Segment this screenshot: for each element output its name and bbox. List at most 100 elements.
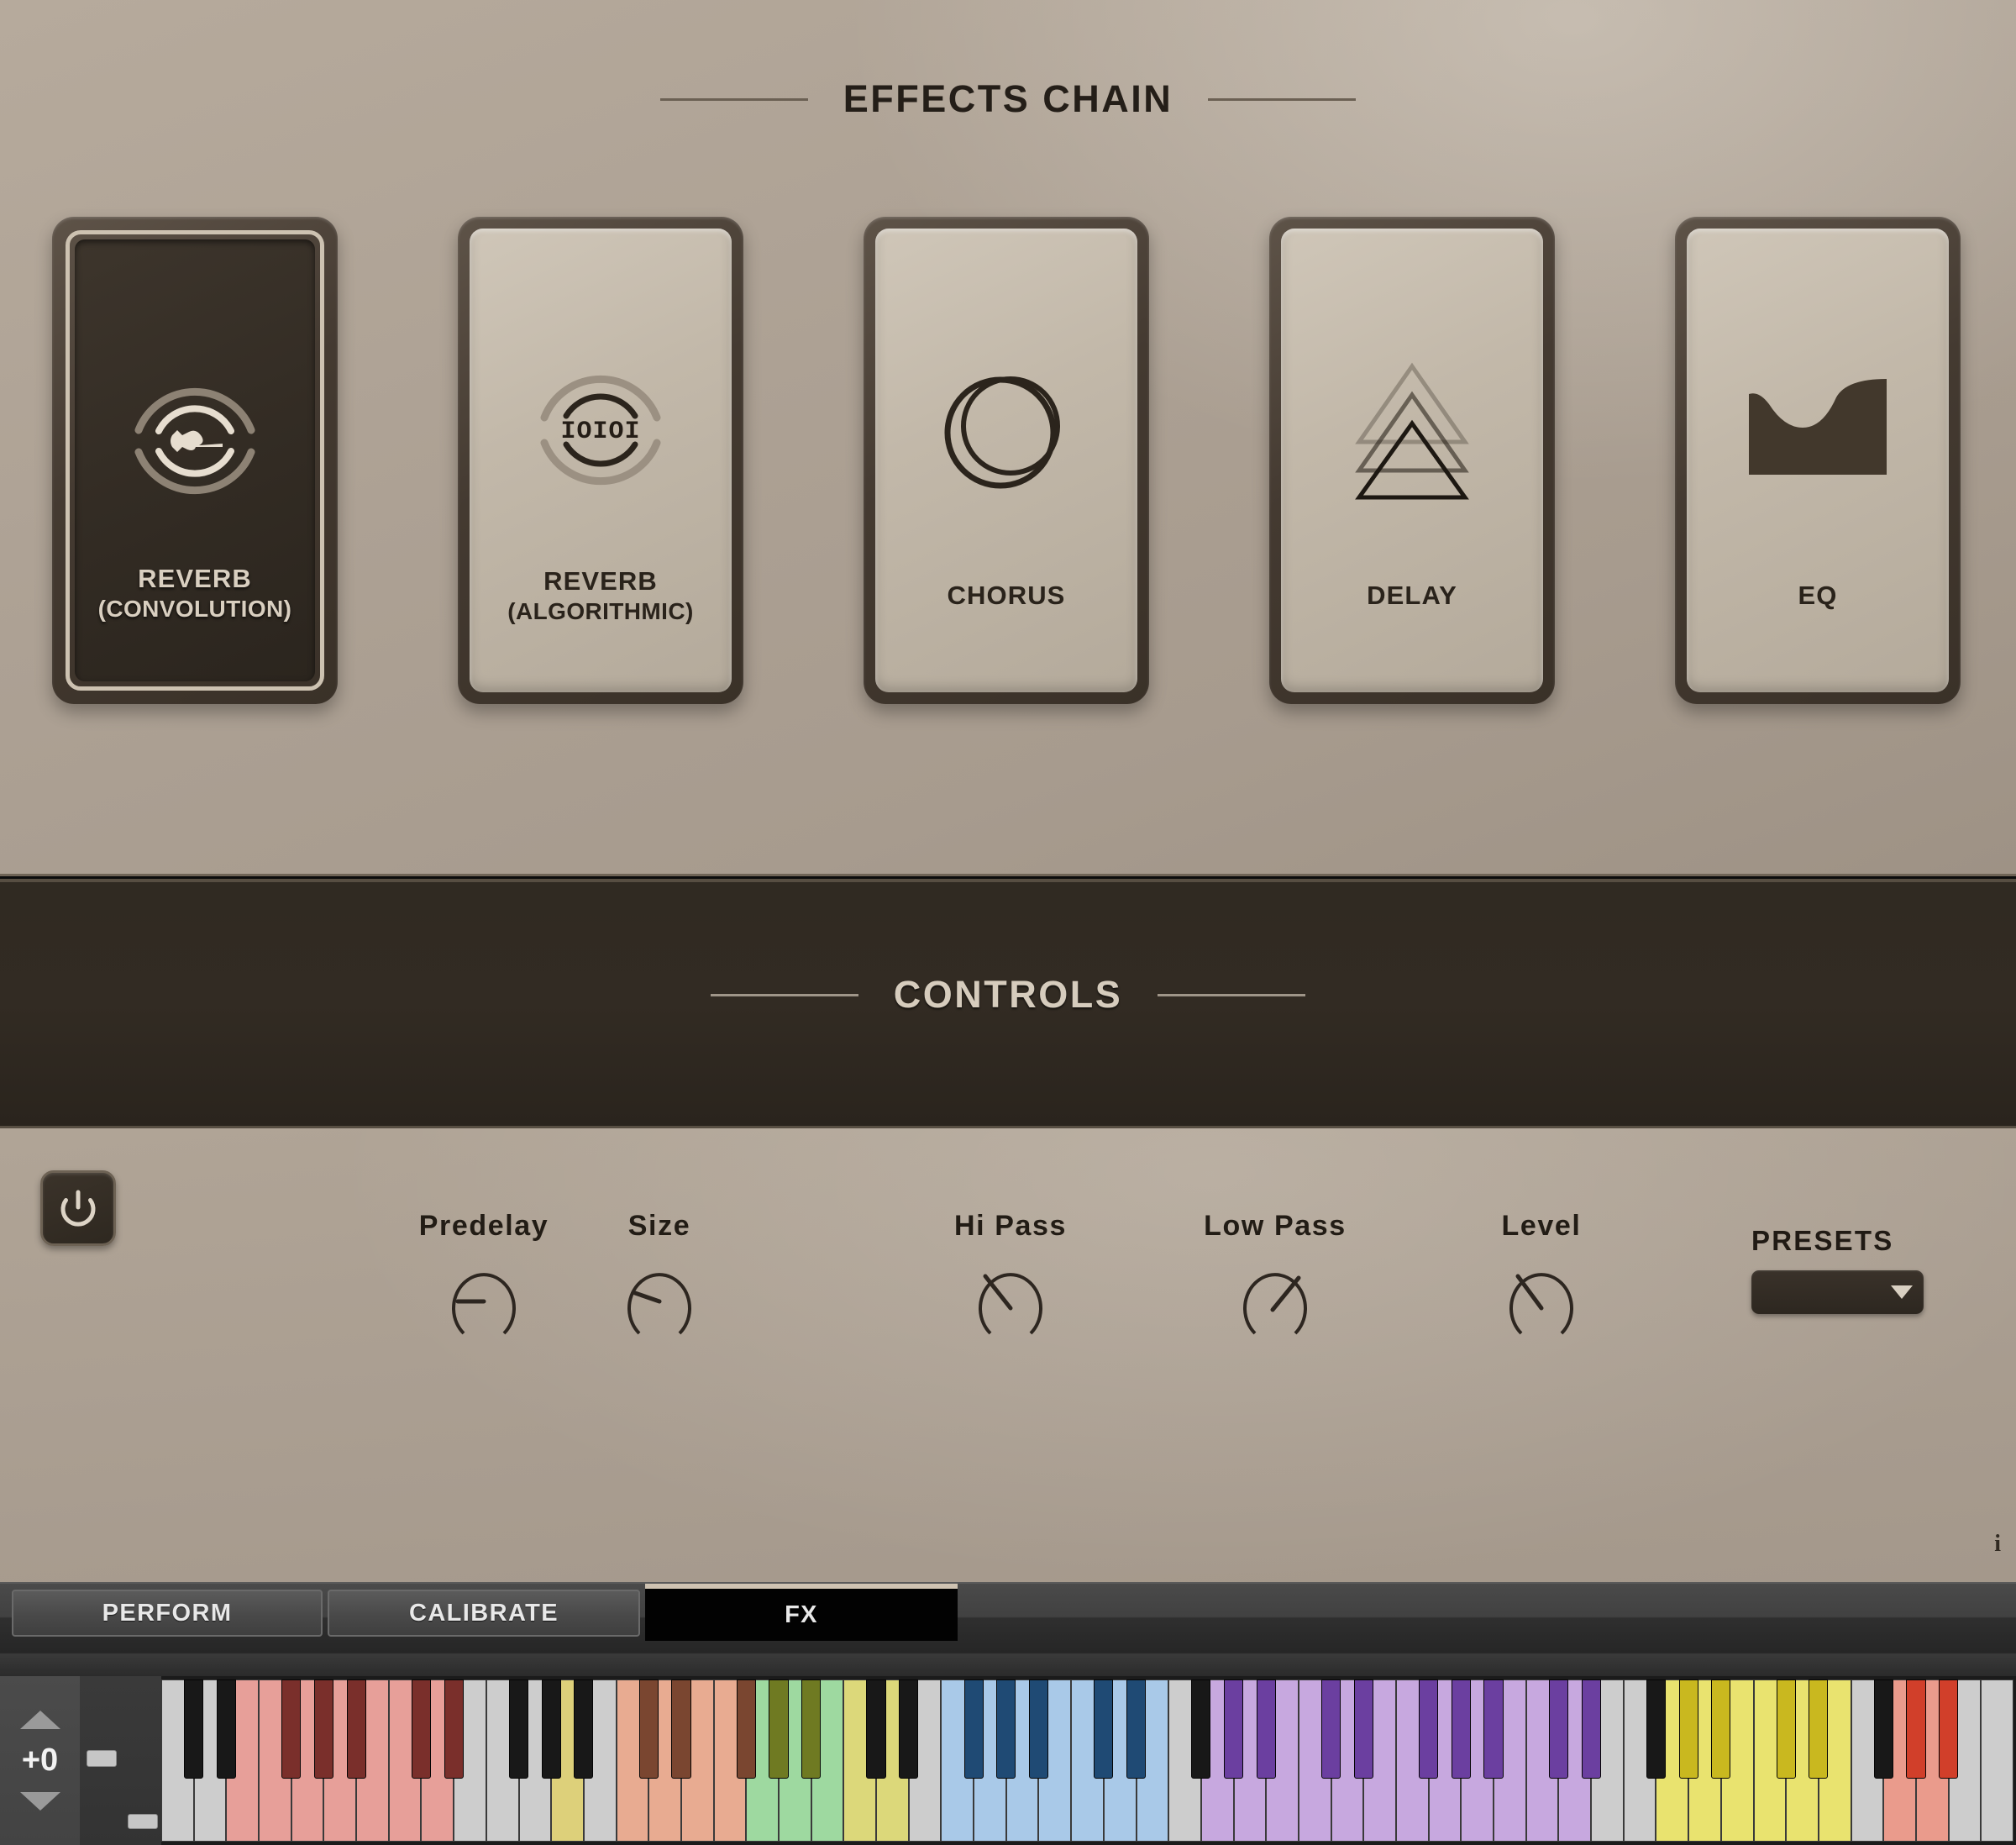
controls-rule-left bbox=[710, 993, 858, 996]
effects-chain-header: EFFECTS CHAIN bbox=[0, 77, 2016, 121]
header-rule-right bbox=[1208, 97, 1357, 101]
piano-black-key[interactable] bbox=[281, 1679, 302, 1779]
tab-bar: PERFORM CALIBRATE FX bbox=[0, 1582, 2016, 1676]
keyboard-range-handle-lower[interactable] bbox=[128, 1814, 158, 1829]
knob-predelay[interactable]: Predelay bbox=[383, 1210, 585, 1343]
triangle-up-icon[interactable] bbox=[19, 1711, 60, 1729]
effect-slot-label: CHORUS bbox=[947, 581, 1066, 611]
knob-size[interactable]: Size bbox=[559, 1210, 760, 1343]
effect-slot-reverb-convolution[interactable]: REVERB (CONVOLUTION) bbox=[52, 217, 338, 704]
piano-black-key[interactable] bbox=[963, 1679, 984, 1779]
presets-label: PRESETS bbox=[1751, 1225, 1894, 1256]
piano-black-key[interactable] bbox=[313, 1679, 334, 1779]
algorithmic-icon-text: IOIOI bbox=[560, 418, 640, 446]
effect-slot-label: DELAY bbox=[1367, 581, 1457, 611]
piano-black-key[interactable] bbox=[671, 1679, 691, 1779]
knob-label: Hi Pass bbox=[953, 1210, 1068, 1242]
piano-black-key[interactable] bbox=[1126, 1679, 1147, 1779]
delay-triangles-icon bbox=[1281, 355, 1543, 506]
piano-black-key[interactable] bbox=[1321, 1679, 1341, 1779]
piano-black-key[interactable] bbox=[1353, 1679, 1373, 1779]
knob-dial[interactable] bbox=[444, 1261, 524, 1343]
effect-slot-label: REVERB (ALGORITHMIC) bbox=[507, 566, 694, 624]
keyboard-scrollbar-upper[interactable] bbox=[80, 1676, 123, 1845]
controls-title: CONTROLS bbox=[893, 973, 1123, 1016]
piano-black-key[interactable] bbox=[1873, 1679, 1893, 1779]
effect-slot-chorus[interactable]: CHORUS bbox=[864, 217, 1149, 704]
presets-group: PRESETS bbox=[1751, 1225, 2003, 1314]
knob-dial[interactable] bbox=[619, 1261, 700, 1343]
knob-row: Predelay Size Hi Pass Low Pass Level bbox=[0, 1210, 2016, 1378]
effect-slot-reverb-algorithmic[interactable]: IOIOI REVERB (ALGORITHMIC) bbox=[458, 217, 743, 704]
eq-curve-icon bbox=[1687, 355, 1949, 506]
effect-slot-eq[interactable]: EQ bbox=[1675, 217, 1961, 704]
piano-black-key[interactable] bbox=[1906, 1679, 1926, 1779]
knob-dial[interactable] bbox=[1235, 1261, 1315, 1343]
piano-black-key[interactable] bbox=[1548, 1679, 1569, 1779]
piano-black-key[interactable] bbox=[346, 1679, 366, 1779]
piano-black-key[interactable] bbox=[638, 1679, 659, 1779]
keyboard-range-handle-upper[interactable] bbox=[87, 1750, 117, 1767]
knob-level[interactable]: Level bbox=[1441, 1210, 1642, 1343]
piano-black-key[interactable] bbox=[1776, 1679, 1796, 1779]
piano-black-key[interactable] bbox=[1094, 1679, 1114, 1779]
piano-black-key[interactable] bbox=[1191, 1679, 1211, 1779]
piano-black-key[interactable] bbox=[1483, 1679, 1504, 1779]
chorus-rings-icon bbox=[875, 355, 1137, 506]
piano-black-key[interactable] bbox=[1256, 1679, 1276, 1779]
tab-label: FX bbox=[785, 1601, 818, 1628]
piano-black-key[interactable] bbox=[1646, 1679, 1667, 1779]
knob-label: Low Pass bbox=[1204, 1210, 1347, 1242]
piano-keyboard[interactable] bbox=[161, 1679, 2013, 1842]
knob-dial[interactable] bbox=[1501, 1261, 1582, 1343]
reverb-algorithmic-icon: IOIOI bbox=[470, 355, 732, 506]
piano-white-key[interactable] bbox=[1981, 1679, 2013, 1842]
effect-slot-row: REVERB (CONVOLUTION) IOIOI REVERB (ALGOR… bbox=[0, 217, 2016, 721]
piano-black-key[interactable] bbox=[1419, 1679, 1439, 1779]
tab-calibrate[interactable]: CALIBRATE bbox=[328, 1590, 640, 1637]
effects-chain-title: EFFECTS CHAIN bbox=[843, 77, 1173, 120]
piano-black-key[interactable] bbox=[996, 1679, 1016, 1779]
octave-value: +0 bbox=[21, 1742, 59, 1778]
knob-dial[interactable] bbox=[970, 1261, 1051, 1343]
controls-rule-right bbox=[1158, 993, 1306, 996]
piano-black-key[interactable] bbox=[1678, 1679, 1698, 1779]
piano-black-key[interactable] bbox=[1223, 1679, 1244, 1779]
effect-slot-delay[interactable]: DELAY bbox=[1269, 217, 1555, 704]
piano-black-key[interactable] bbox=[1451, 1679, 1471, 1779]
piano-black-key[interactable] bbox=[1028, 1679, 1049, 1779]
tab-label: PERFORM bbox=[102, 1599, 233, 1627]
piano-black-key[interactable] bbox=[411, 1679, 432, 1779]
piano-black-key[interactable] bbox=[899, 1679, 919, 1779]
piano-black-key[interactable] bbox=[444, 1679, 464, 1779]
knob-low-pass[interactable]: Low Pass bbox=[1174, 1210, 1376, 1343]
piano-black-key[interactable] bbox=[1711, 1679, 1731, 1779]
keyboard-scrollbar-lower[interactable] bbox=[123, 1676, 161, 1845]
presets-dropdown[interactable] bbox=[1751, 1270, 1924, 1314]
effect-slot-label: REVERB (CONVOLUTION) bbox=[97, 564, 292, 622]
knob-hi-pass[interactable]: Hi Pass bbox=[910, 1210, 1111, 1343]
piano-black-key[interactable] bbox=[801, 1679, 822, 1779]
piano-black-key[interactable] bbox=[1581, 1679, 1601, 1779]
piano-black-key[interactable] bbox=[508, 1679, 529, 1779]
tab-fx[interactable]: FX bbox=[645, 1584, 958, 1641]
tab-label: CALIBRATE bbox=[409, 1599, 559, 1627]
effect-slot-label: EQ bbox=[1798, 581, 1838, 611]
piano-black-key[interactable] bbox=[769, 1679, 789, 1779]
chevron-down-icon bbox=[1891, 1285, 1913, 1299]
triangle-down-icon[interactable] bbox=[19, 1792, 60, 1811]
active-slot-ring: REVERB (CONVOLUTION) bbox=[66, 230, 324, 691]
piano-black-key[interactable] bbox=[216, 1679, 236, 1779]
reverb-convolution-icon bbox=[75, 365, 315, 517]
piano-black-key[interactable] bbox=[1809, 1679, 1829, 1779]
piano-black-key[interactable] bbox=[866, 1679, 886, 1779]
piano-black-key[interactable] bbox=[736, 1679, 756, 1779]
tab-perform[interactable]: PERFORM bbox=[12, 1590, 323, 1637]
info-badge[interactable]: i bbox=[1994, 1531, 2001, 1558]
piano-black-key[interactable] bbox=[574, 1679, 594, 1779]
piano-black-key[interactable] bbox=[184, 1679, 204, 1779]
piano-black-key[interactable] bbox=[541, 1679, 561, 1779]
piano-black-key[interactable] bbox=[1939, 1679, 1959, 1779]
controls-header: CONTROLS bbox=[0, 973, 2016, 1017]
knob-label: Level bbox=[1501, 1210, 1582, 1242]
